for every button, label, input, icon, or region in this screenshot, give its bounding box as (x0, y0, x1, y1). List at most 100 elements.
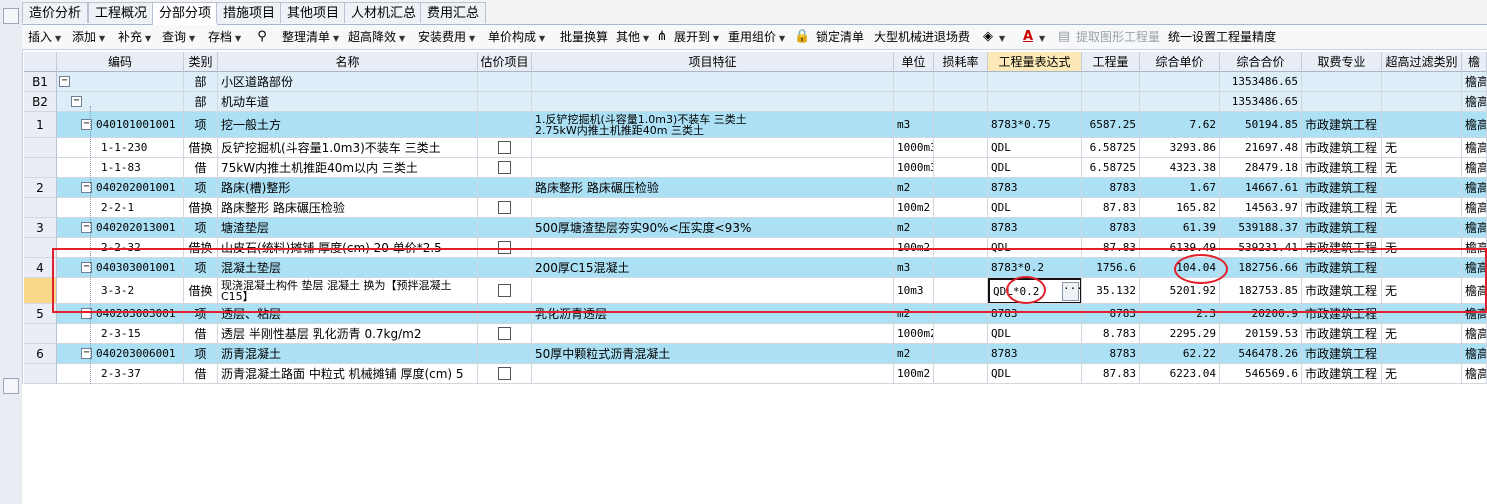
cell-unit-price[interactable]: 165.82 (1140, 198, 1220, 218)
cell-type[interactable]: 部 (184, 72, 218, 92)
cell-loss-rate[interactable] (934, 324, 988, 344)
cell-fee-major[interactable]: 市政建筑工程 (1302, 112, 1382, 138)
cell-height-filter[interactable] (1382, 344, 1462, 364)
tab-sub-items[interactable]: 分部分项 (152, 2, 219, 25)
cell-fee-major[interactable]: 市政建筑工程 (1302, 344, 1382, 364)
cell-unit-price[interactable] (1140, 72, 1220, 92)
cell-unit-price[interactable]: 4323.38 (1140, 158, 1220, 178)
cell-feature[interactable]: 路床整形 路床碾压检验 (532, 178, 894, 198)
cell-unit[interactable]: m2 (894, 178, 934, 198)
row-number[interactable] (24, 324, 57, 344)
cell-type[interactable]: 借 (184, 364, 218, 384)
cell-height-filter[interactable] (1382, 112, 1462, 138)
cell-unit[interactable]: 1000m3 (894, 138, 934, 158)
cell-type[interactable]: 项 (184, 178, 218, 198)
row-number[interactable]: 1 (24, 112, 57, 138)
lock-list-button[interactable]: 锁定清单 (816, 29, 864, 45)
row-number[interactable]: B2 (24, 92, 57, 112)
cell-height-filter[interactable] (1382, 218, 1462, 238)
cell-quantity-expression[interactable]: QDL (988, 364, 1082, 384)
cell-loss-rate[interactable] (934, 92, 988, 112)
cell-more[interactable]: 檐高 (1462, 218, 1487, 238)
cell-estimate[interactable] (478, 324, 532, 344)
header-type[interactable]: 类别 (184, 52, 218, 72)
fill-color-icon[interactable]: ◈ (980, 29, 996, 45)
row-number[interactable] (24, 138, 57, 158)
tab-project-overview[interactable]: 工程概况 (88, 2, 155, 23)
cell-unit-price[interactable] (1140, 92, 1220, 112)
reuse-pricing-button[interactable]: 重用组价 ▼ (728, 29, 785, 45)
cell-loss-rate[interactable] (934, 178, 988, 198)
cell-feature[interactable] (532, 158, 894, 178)
cell-code[interactable]: 2-3-37 (57, 364, 184, 384)
cell-feature[interactable] (532, 92, 894, 112)
cell-more[interactable]: 檐高 (1462, 344, 1487, 364)
collapse-toggle-icon[interactable]: − (59, 76, 70, 87)
estimate-checkbox[interactable] (498, 201, 511, 214)
cell-code[interactable]: 1-1-230 (57, 138, 184, 158)
cell-total-price[interactable]: 14563.97 (1220, 198, 1302, 218)
cell-quantity[interactable]: 6587.25 (1082, 112, 1140, 138)
cell-name[interactable]: 塘渣垫层 (218, 218, 478, 238)
cell-fee-major[interactable]: 市政建筑工程 (1302, 138, 1382, 158)
cell-quantity-expression[interactable]: QDL (988, 198, 1082, 218)
cell-more[interactable]: 檐高 (1462, 158, 1487, 178)
cell-quantity[interactable]: 6.58725 (1082, 158, 1140, 178)
cell-unit-price[interactable]: 2295.29 (1140, 324, 1220, 344)
cell-estimate[interactable] (478, 138, 532, 158)
cell-estimate[interactable] (478, 178, 532, 198)
cell-unit[interactable] (894, 72, 934, 92)
cell-loss-rate[interactable] (934, 364, 988, 384)
cell-height-filter[interactable] (1382, 178, 1462, 198)
cell-total-price[interactable]: 539188.37 (1220, 218, 1302, 238)
table-row-quota[interactable]: 1-1-83 借 75kW内推土机推距40m以内 三类土 1000m3 QDL 6.587… (24, 158, 1487, 178)
header-total-price[interactable]: 综合合价 (1220, 52, 1302, 72)
cell-type[interactable]: 借换 (184, 138, 218, 158)
cell-loss-rate[interactable] (934, 198, 988, 218)
cell-more[interactable]: 檐高 (1462, 324, 1487, 344)
cell-unit-price[interactable]: 62.22 (1140, 344, 1220, 364)
table-row-item[interactable]: 1−040101001001 项挖一般土方 1.反铲挖掘机(斗容量1.0m3)不装车… (24, 112, 1487, 138)
table-row-item[interactable]: B2 − 部机动车道 1353486.65 檐高 (24, 92, 1487, 112)
cell-quantity[interactable]: 6.58725 (1082, 138, 1140, 158)
cell-quantity[interactable]: 8783 (1082, 344, 1140, 364)
cell-fee-major[interactable]: 市政建筑工程 (1302, 364, 1382, 384)
cell-feature[interactable]: 1.反铲挖掘机(斗容量1.0m3)不装车 三类土 2.75kW内推土机推距40m… (532, 112, 894, 138)
cell-name[interactable]: 透层 半刚性基层 乳化沥青 0.7kg/m2 (218, 324, 478, 344)
cell-name[interactable]: 沥青混凝土 (218, 344, 478, 364)
tab-measures[interactable]: 措施项目 (216, 2, 283, 23)
cell-height-filter[interactable]: 无 (1382, 324, 1462, 344)
cell-total-price[interactable]: 28479.18 (1220, 158, 1302, 178)
cell-estimate[interactable] (478, 92, 532, 112)
cell-feature[interactable]: 500厚塘渣垫层夯实90%<压实度<93% (532, 218, 894, 238)
cell-loss-rate[interactable] (934, 344, 988, 364)
cell-feature[interactable] (532, 324, 894, 344)
cell-unit-price[interactable]: 3293.86 (1140, 138, 1220, 158)
binoculars-icon[interactable]: ⚲ (254, 29, 270, 45)
unit-price-composition-button[interactable]: 单价构成 ▼ (488, 29, 545, 45)
cell-total-price[interactable]: 14667.61 (1220, 178, 1302, 198)
cell-quantity[interactable]: 8.783 (1082, 324, 1140, 344)
machinery-entry-exit-button[interactable]: 大型机械进退场费 (874, 29, 970, 45)
cell-quantity-expression[interactable]: 8783 (988, 178, 1082, 198)
cell-code[interactable]: −040202013001 (57, 218, 184, 238)
cell-more[interactable]: 檐高 (1462, 198, 1487, 218)
fill-color-caret[interactable]: ▼ (996, 29, 1005, 45)
header-quantity[interactable]: 工程量 (1082, 52, 1140, 72)
cell-unit[interactable]: 100m2 (894, 364, 934, 384)
cell-fee-major[interactable]: 市政建筑工程 (1302, 218, 1382, 238)
cell-code[interactable]: −040101001001 (57, 112, 184, 138)
cell-quantity[interactable] (1082, 72, 1140, 92)
cell-quantity-expression[interactable]: 8783 (988, 218, 1082, 238)
table-row-quota[interactable]: 1-1-230 借换 反铲挖掘机(斗容量1.0m3)不装车 三类土 1000m3 QDL… (24, 138, 1487, 158)
header-loss-rate[interactable]: 损耗率 (934, 52, 988, 72)
cell-fee-major[interactable]: 市政建筑工程 (1302, 324, 1382, 344)
table-row-item[interactable]: 3−040202013001 项塘渣垫层 500厚塘渣垫层夯实90%<压实度<93%… (24, 218, 1487, 238)
cell-quantity-expression[interactable] (988, 72, 1082, 92)
estimate-checkbox[interactable] (498, 367, 511, 380)
header-unit-price[interactable]: 综合单价 (1140, 52, 1220, 72)
font-color-caret[interactable]: ▼ (1036, 29, 1045, 45)
cell-code[interactable]: 2-3-15 (57, 324, 184, 344)
cell-type[interactable]: 借 (184, 158, 218, 178)
panel-collapse-icon[interactable] (3, 8, 19, 24)
